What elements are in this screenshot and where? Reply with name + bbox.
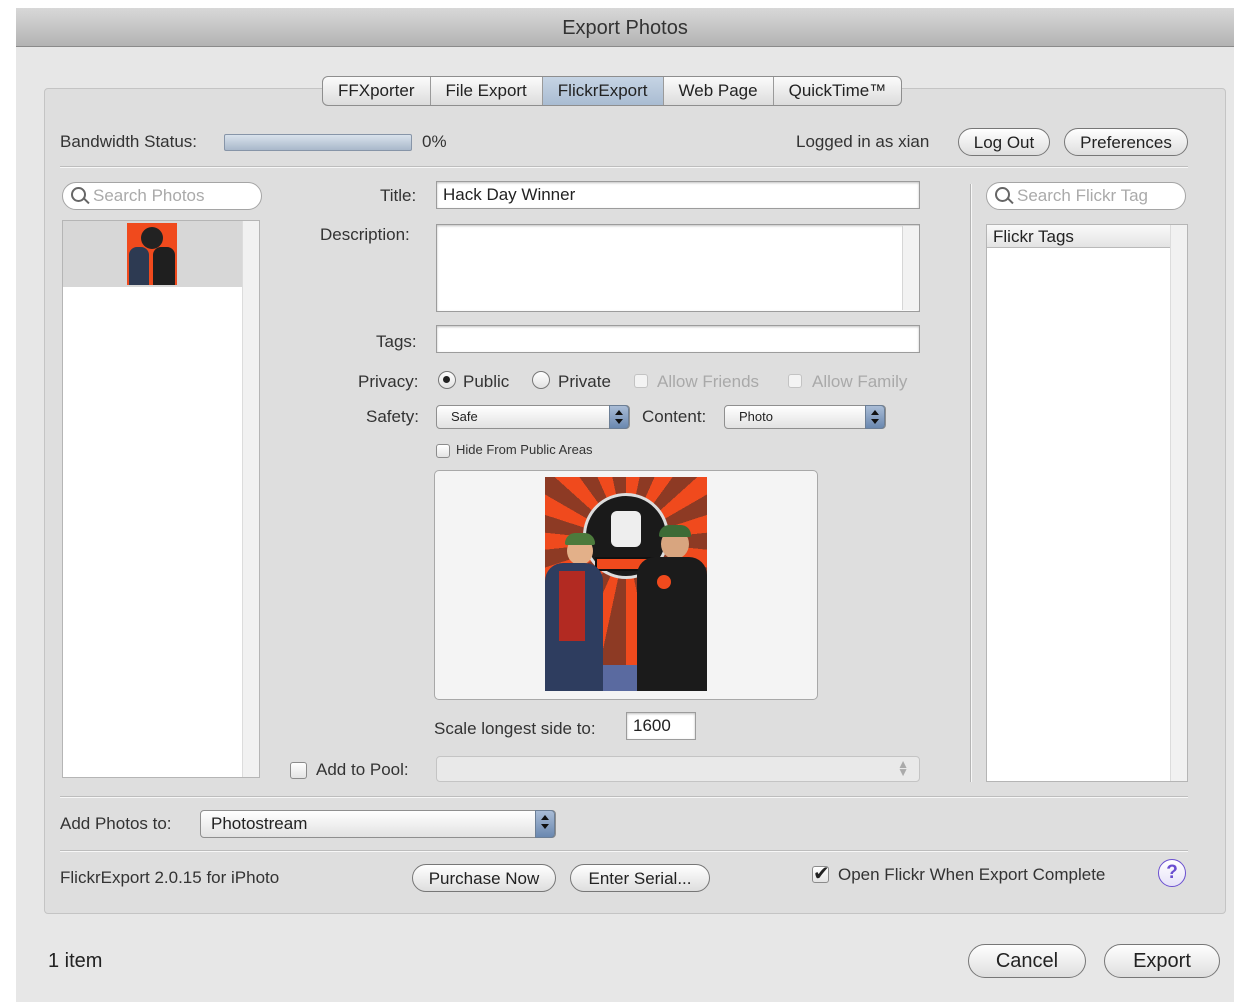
privacy-private-label: Private xyxy=(558,372,611,391)
tab-web-page[interactable]: Web Page xyxy=(664,77,774,105)
allow-friends-checkbox[interactable] xyxy=(634,374,648,388)
safety-popup[interactable]: Safe xyxy=(436,405,630,429)
purchase-now-button[interactable]: Purchase Now xyxy=(412,864,556,892)
allow-family-checkbox[interactable] xyxy=(788,374,802,388)
content-popup[interactable]: Photo xyxy=(724,405,886,429)
search-photos-input[interactable]: Search Photos xyxy=(62,182,262,210)
tab-flickrexport[interactable]: FlickrExport xyxy=(542,77,664,105)
tab-ffxporter[interactable]: FFXporter xyxy=(323,77,431,105)
search-photos-placeholder: Search Photos xyxy=(93,186,205,205)
safety-label: Safety: xyxy=(366,407,419,426)
scale-field[interactable]: 1600 xyxy=(626,712,696,740)
logged-in-status: Logged in as xian xyxy=(796,132,930,151)
add-photos-label: Add Photos to: xyxy=(60,814,172,833)
add-photos-popup[interactable]: Photostream xyxy=(200,810,556,838)
log-out-button[interactable]: Log Out xyxy=(958,128,1050,156)
item-count: 1 item xyxy=(48,950,103,972)
search-icon xyxy=(71,187,86,202)
open-flickr-label: Open Flickr When Export Complete xyxy=(838,865,1106,884)
add-to-pool-checkbox[interactable] xyxy=(290,762,307,779)
privacy-public-radio[interactable] xyxy=(438,371,456,389)
flickr-tags-header-label: Flickr Tags xyxy=(993,227,1074,246)
photo-list[interactable] xyxy=(62,220,260,778)
flickr-tags-header[interactable]: Flickr Tags xyxy=(987,225,1187,248)
version-label: FlickrExport 2.0.15 for iPhoto xyxy=(60,868,280,887)
hide-from-public-checkbox[interactable] xyxy=(436,444,450,458)
search-flickr-tag-input[interactable]: Search Flickr Tag xyxy=(986,182,1186,210)
open-flickr-checkbox[interactable]: ✔ xyxy=(812,863,830,885)
search-flickr-tag-placeholder: Search Flickr Tag xyxy=(1017,186,1149,205)
cancel-button[interactable]: Cancel xyxy=(968,944,1086,978)
tags-field[interactable] xyxy=(436,325,920,353)
search-icon xyxy=(995,187,1010,202)
photo-preview-image xyxy=(545,477,707,691)
title-field[interactable]: Hack Day Winner xyxy=(436,181,920,209)
bandwidth-value: 0% xyxy=(422,132,447,151)
help-button[interactable]: ? xyxy=(1158,859,1186,887)
popup-arrows-icon xyxy=(865,405,885,429)
title-label: Title: xyxy=(380,186,417,205)
divider xyxy=(60,850,1188,852)
add-photos-value: Photostream xyxy=(211,814,308,833)
tab-quicktime[interactable]: QuickTime™ xyxy=(774,77,902,105)
content-label: Content: xyxy=(642,407,707,426)
popup-arrows-icon: ▲ ▼ xyxy=(897,757,909,779)
description-field[interactable] xyxy=(436,224,920,312)
export-photos-window: Export Photos FFXporter File Export Flic… xyxy=(16,8,1234,1002)
content-value: Photo xyxy=(739,409,773,424)
window-title: Export Photos xyxy=(562,17,688,39)
bandwidth-label: Bandwidth Status: xyxy=(60,132,198,151)
photo-thumbnail-icon xyxy=(127,223,177,285)
privacy-label: Privacy: xyxy=(358,372,419,391)
scale-label: Scale longest side to: xyxy=(434,719,596,738)
enter-serial-button[interactable]: Enter Serial... xyxy=(570,864,710,892)
flickr-tags-scrollbar[interactable] xyxy=(1170,225,1187,781)
preferences-button[interactable]: Preferences xyxy=(1064,128,1188,156)
description-scrollbar[interactable] xyxy=(902,226,919,310)
export-button[interactable]: Export xyxy=(1104,944,1220,978)
vertical-divider xyxy=(970,184,972,782)
allow-family-label: Allow Family xyxy=(812,372,908,391)
checkmark-icon: ✔ xyxy=(813,863,830,885)
bandwidth-progress-bar xyxy=(224,134,412,151)
allow-friends-label: Allow Friends xyxy=(657,372,760,391)
pool-popup[interactable]: ▲ ▼ xyxy=(436,756,920,782)
photo-preview-well xyxy=(434,470,818,700)
privacy-private-radio[interactable] xyxy=(532,371,550,389)
divider xyxy=(60,166,1188,168)
exporter-tabs: FFXporter File Export FlickrExport Web P… xyxy=(322,76,903,106)
privacy-public-label: Public xyxy=(463,372,510,391)
title-bar[interactable]: Export Photos xyxy=(16,8,1234,47)
popup-arrows-icon xyxy=(535,810,555,838)
popup-arrows-icon xyxy=(609,405,629,429)
flickr-tags-list[interactable]: Flickr Tags xyxy=(986,224,1188,782)
tab-file-export[interactable]: File Export xyxy=(431,77,543,105)
safety-value: Safe xyxy=(451,409,478,424)
photo-list-item[interactable] xyxy=(63,221,243,287)
tags-label: Tags: xyxy=(376,332,417,351)
description-label: Description: xyxy=(320,225,410,244)
add-to-pool-label: Add to Pool: xyxy=(316,760,409,779)
hide-from-public-label: Hide From Public Areas xyxy=(456,442,593,457)
divider xyxy=(60,796,1188,798)
photo-list-scrollbar[interactable] xyxy=(242,221,259,777)
